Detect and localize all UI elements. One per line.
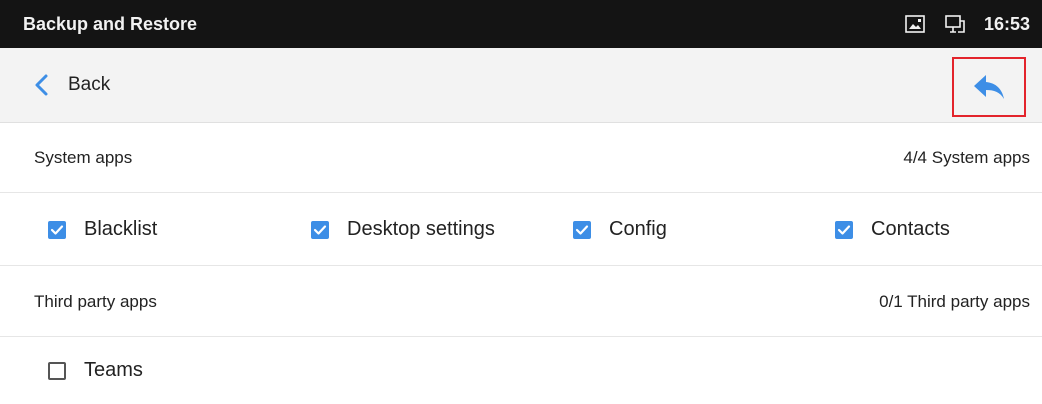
- restore-button[interactable]: [952, 57, 1026, 117]
- reply-arrow-icon: [974, 75, 1004, 99]
- chevron-left-icon: [35, 74, 48, 96]
- check-icon: [575, 224, 589, 235]
- checkbox-checked[interactable]: [835, 220, 853, 239]
- app-label: Contacts: [871, 218, 950, 240]
- checkbox-unchecked[interactable]: [48, 361, 66, 380]
- app-title: Backup and Restore: [23, 14, 198, 34]
- check-icon: [837, 224, 851, 235]
- checkbox-checked[interactable]: [48, 220, 66, 239]
- app-option-contacts[interactable]: Contacts: [835, 193, 950, 266]
- gallery-icon: [905, 15, 925, 33]
- app-label: Blacklist: [84, 218, 158, 240]
- app-option-config[interactable]: Config: [573, 193, 667, 266]
- third-party-apps-count: 0/1 Third party apps: [879, 292, 1030, 311]
- third-party-apps-title: Third party apps: [34, 292, 157, 311]
- checkbox-checked[interactable]: [573, 220, 591, 239]
- clock: 16:53: [983, 13, 1030, 34]
- nav-bar: Back: [0, 48, 1042, 123]
- app-label: Desktop settings: [347, 218, 495, 240]
- back-button[interactable]: Back: [32, 48, 110, 122]
- app-option-teams[interactable]: Teams: [48, 337, 143, 404]
- check-icon: [50, 224, 64, 235]
- system-apps-row: Blacklist Desktop settings Config Contac…: [0, 193, 1042, 266]
- status-bar: Backup and Restore 16:53: [0, 0, 1042, 48]
- system-apps-count: 4/4 System apps: [903, 148, 1030, 167]
- check-icon: [313, 224, 327, 235]
- status-indicators: 16:53: [904, 0, 1030, 48]
- app-label: Config: [609, 218, 667, 240]
- third-party-apps-row: Teams: [0, 337, 1042, 404]
- system-apps-title: System apps: [34, 148, 133, 167]
- backup-restore-screen: Backup and Restore 16:53 Back System app…: [0, 0, 1042, 404]
- app-option-blacklist[interactable]: Blacklist: [48, 193, 157, 266]
- third-party-apps-header: Third party apps 0/1 Third party apps: [0, 267, 1042, 337]
- checkbox-checked[interactable]: [311, 220, 329, 239]
- app-label: Teams: [84, 359, 143, 381]
- monitor-icon: [945, 15, 965, 33]
- app-option-desktop-settings[interactable]: Desktop settings: [311, 193, 495, 266]
- system-apps-header: System apps 4/4 System apps: [0, 123, 1042, 193]
- back-label: Back: [68, 74, 111, 95]
